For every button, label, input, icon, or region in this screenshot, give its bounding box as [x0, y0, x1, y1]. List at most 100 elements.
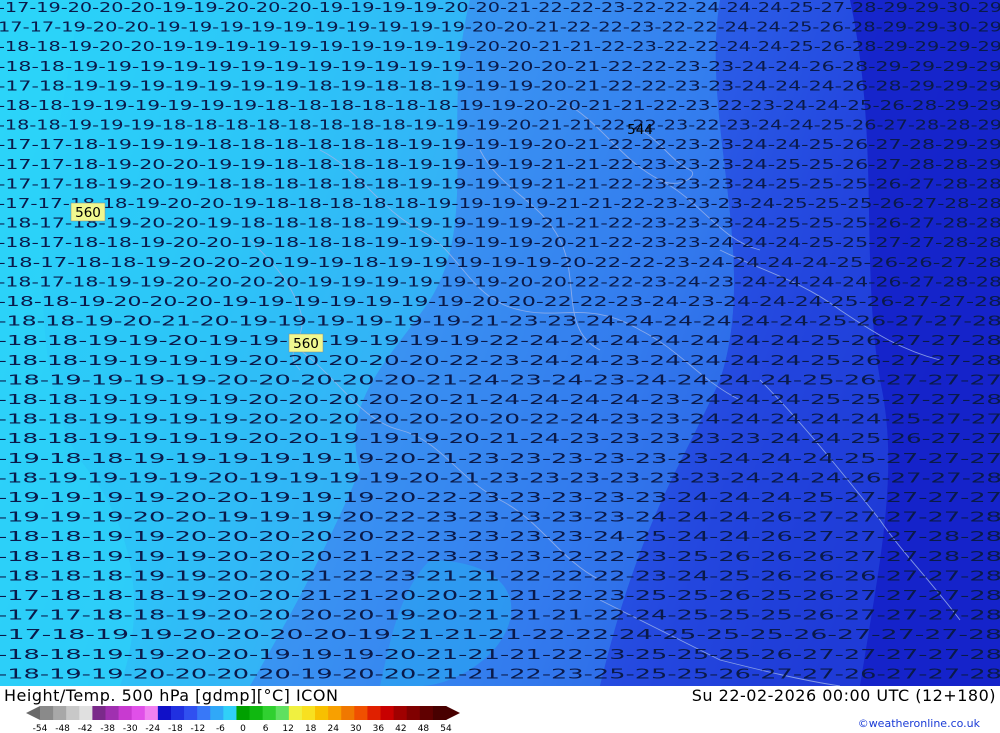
colorbar-tick-label: 48 [418, 724, 430, 733]
colorbar-tick-label: 6 [263, 724, 269, 733]
colorbar-swatch [79, 706, 93, 720]
colorbar-swatch [223, 706, 237, 720]
colorbar-arrow-left [26, 706, 40, 720]
colorbar-tick-label: 30 [350, 724, 362, 733]
temperature-row: -17-18-19-19-19-19-19-19-19-18-19-18-18-… [0, 78, 1000, 94]
colorbar-swatch [301, 706, 316, 720]
temperature-row: -17-18-19-19-20-20-20-20-19-21-21-21-22-… [0, 627, 1000, 643]
colorbar-swatch [197, 706, 211, 720]
colorbar-swatch [157, 706, 172, 720]
temperature-row: -18-17-18-18-19-20-20-20-19-19-18-19-19-… [0, 255, 1000, 271]
temperature-row: -18-18-19-19-20-20-19-19-19-20-21-21-21-… [0, 647, 1000, 663]
temperature-row: -19-19-19-19-20-20-19-19-19-20-22-23-23-… [0, 490, 1000, 506]
svg-text:560: 560 [75, 205, 101, 221]
temperature-row: -17-17-18-18-19-20-20-19-18-18-18-18-18-… [0, 196, 1000, 212]
temperature-row: -18-19-19-19-19-20-19-19-19-19-20-21-23-… [0, 470, 1000, 486]
colorbar-swatch [236, 706, 251, 720]
colorbar-tick-label: -18 [168, 724, 183, 733]
colorbar-swatch [354, 706, 368, 720]
colorbar-swatch [170, 706, 185, 720]
colorbar-swatch [393, 706, 408, 720]
temperature-row: -18-18-18-19-19-20-20-21-22-23-21-21-22-… [0, 568, 1000, 584]
colorbar-tick-label: 18 [305, 724, 317, 733]
colorbar-swatch [184, 706, 198, 720]
weather-map: -17-19-20-20-20-19-19-20-20-20-19-19-19-… [0, 0, 1000, 686]
colorbar-tick-label: 0 [240, 724, 246, 733]
temperature-row: -18-18-19-20-21-20-19-19-19-19-19-19-21-… [0, 314, 1000, 330]
colorbar-swatch [131, 706, 146, 720]
temperature-row: -18-18-19-19-19-20-20-20-21-22-23-23-23-… [0, 549, 1000, 565]
temperature-row: -18-18-19-20-20-19-19-19-19-19-19-19-19-… [0, 39, 1000, 55]
temperature-row: -17-19-20-20-20-19-19-20-20-20-19-19-19-… [0, 0, 1000, 16]
colorbar-tick-label: 24 [327, 724, 339, 733]
temperature-row: -17-17-18-19-20-19-18-18-18-18-18-18-19-… [0, 176, 1000, 192]
colorbar-swatch [66, 706, 80, 720]
temperature-row: -18-18-19-19-20-19-19-19-19-19-19-19-22-… [0, 333, 1000, 349]
credit-link[interactable]: ©weatheronline.co.uk [858, 717, 980, 730]
map-datetime: Su 22-02-2026 00:00 UTC (12+180) [691, 686, 996, 705]
colorbar-swatch [118, 706, 133, 720]
contour-label-560-a: 560 [70, 202, 106, 222]
colorbar-tick-label: 36 [373, 724, 385, 733]
colorbar-swatch [419, 706, 434, 720]
colorbar-swatch [315, 706, 329, 720]
temperature-row: -18-18-19-19-19-18-18-18-18-18-18-18-18-… [0, 118, 1000, 134]
colorbar-ticks: -54 -48 -42 -38 -30 -24 -18 -12 -6 0 6 12 18 24 30 36 42… [33, 724, 452, 733]
temperature-row: -18-18-19-19-19-19-20-20-20-20-20-21-24-… [0, 392, 1000, 408]
temperature-row: -17-17-18-18-19-20-20-20-20-19-20-21-21-… [0, 608, 1000, 624]
colorbar-arrow-right [446, 706, 460, 720]
footer: Height/Temp. 500 hPa [gdmp][°C] ICON Su … [0, 686, 1000, 733]
colorbar-swatch [288, 706, 303, 720]
colorbar [26, 706, 460, 720]
temperature-row: -17-18-18-18-19-20-20-21-21-20-20-21-21-… [0, 588, 1000, 604]
temperature-row: -19-18-18-19-19-19-19-19-19-20-21-23-23-… [0, 451, 1000, 467]
colorbar-swatch [262, 706, 277, 720]
colorbar-swatch [249, 706, 264, 720]
temperature-row: -18-17-18-19-20-20-19-18-18-18-18-19-19-… [0, 216, 1000, 232]
colorbar-swatch [40, 706, 54, 720]
colorbar-tick-label: -24 [145, 724, 160, 733]
temperature-row: -18-18-19-19-19-19-20-20-20-20-20-20-20-… [0, 412, 1000, 428]
colorbar-tick-label: -12 [191, 724, 206, 733]
colorbar-tick-label: -30 [123, 724, 138, 733]
colorbar-swatch [144, 706, 159, 720]
temperature-row: -18-18-19-19-19-19-20-20-19-19-19-20-21-… [0, 431, 1000, 447]
colorbar-swatch [53, 706, 67, 720]
temperature-row: -18-18-19-19-19-19-20-20-20-20-20-22-23-… [0, 353, 1000, 369]
temperature-row: -18-17-18-18-19-20-20-19-18-18-18-19-19-… [0, 235, 1000, 251]
temperature-row: -17-17-18-19-19-19-18-18-18-18-18-18-19-… [0, 137, 1000, 153]
temperature-labels: -17-19-20-20-20-19-19-20-20-20-19-19-19-… [0, 0, 1000, 682]
temperature-row: -18-19-19-19-19-20-20-20-20-20-21-24-23-… [0, 372, 1000, 388]
contour-label-544: 544 [627, 122, 653, 138]
colorbar-tick-label: 54 [440, 724, 452, 733]
colorbar-swatch [432, 706, 447, 720]
colorbar-tick-label: -42 [78, 724, 93, 733]
temperature-row: -17-17-18-19-20-20-19-19-18-18-18-18-19-… [0, 157, 1000, 173]
temperature-row: -18-18-19-19-20-20-20-20-20-22-23-23-23-… [0, 529, 1000, 545]
colorbar-tick-label: -54 [33, 724, 48, 733]
colorbar-swatch [105, 706, 120, 720]
colorbar-swatch [328, 706, 342, 720]
temperature-row: -18-18-19-19-19-19-19-19-19-19-19-19-19-… [0, 59, 1000, 75]
colorbar-tick-label: -6 [216, 724, 225, 733]
temperature-row: -18-19-19-20-20-20-20-19-20-20-21-21-22-… [0, 666, 1000, 682]
colorbar-swatch [367, 706, 382, 720]
colorbar-tick-label: 12 [282, 724, 293, 733]
temperature-row: -18-18-19-19-19-19-19-19-18-18-18-18-18-… [0, 98, 1000, 114]
colorbar-swatch [341, 706, 355, 720]
temperature-row: -19-19-19-20-20-19-19-19-20-22-23-23-23-… [0, 510, 1000, 526]
svg-text:560: 560 [293, 336, 319, 352]
colorbar-swatch [92, 706, 106, 720]
temperature-row: -18-18-19-20-20-20-19-19-19-19-19-19-19-… [0, 294, 1000, 310]
colorbar-swatch [275, 706, 290, 720]
colorbar-tick-label: -38 [100, 724, 115, 733]
map-title: Height/Temp. 500 hPa [gdmp][°C] ICON [4, 686, 339, 705]
temperature-row: 17-17-19-20-20-19-19-19-19-19-19-19-19-1… [0, 20, 1000, 36]
temperature-row: -18-17-18-19-19-20-20-20-20-19-19-19-19-… [0, 274, 1000, 290]
colorbar-swatch [406, 706, 421, 720]
colorbar-swatch [380, 706, 395, 720]
contour-label-560-b: 560 [288, 333, 324, 353]
svg-text:544: 544 [627, 122, 653, 138]
colorbar-tick-label: -48 [55, 724, 70, 733]
colorbar-tick-label: 42 [395, 724, 406, 733]
